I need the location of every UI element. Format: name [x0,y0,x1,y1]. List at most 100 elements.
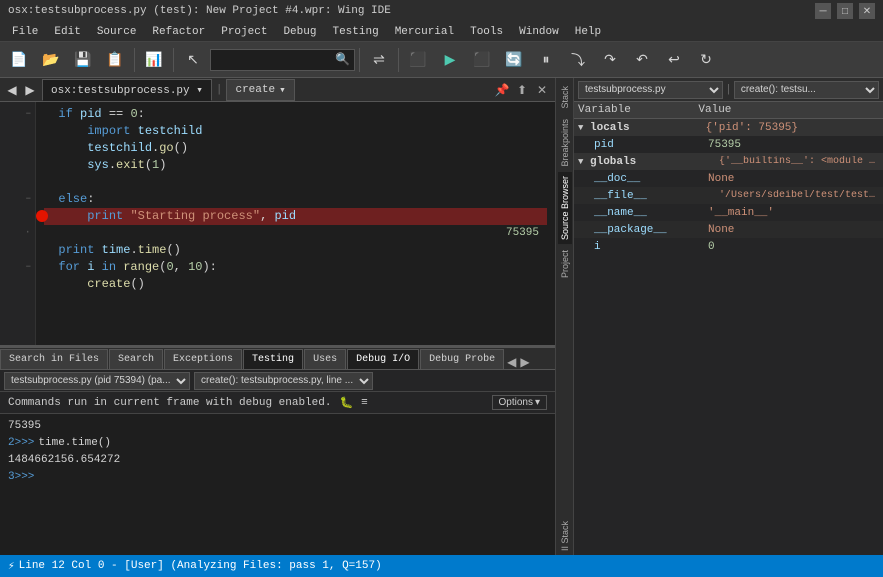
side-tab-source-browser[interactable]: Source Browser [558,172,572,244]
var-doc-value: None [708,173,879,185]
side-tab-ii-stack[interactable]: II Stack [558,517,572,555]
menu-file[interactable]: File [4,22,46,41]
tab-nav: ◀ ▶ [0,80,42,100]
options-button[interactable]: Options ▾ [492,395,548,410]
variables-header: Variable Value [574,102,883,119]
tab-prev-button[interactable]: ◀ [4,80,20,100]
var-file-row[interactable]: __file__ '/Users/sdeibel/test/testsubpro… [574,187,883,204]
bug-icon: 🐛 [339,396,353,410]
save-button[interactable]: 💾 [68,46,98,74]
restart-button[interactable]: 🔄 [499,46,529,74]
code-line: testchild.go() [44,140,547,157]
code-line: create() [44,276,547,293]
tab-debug-probe[interactable]: Debug Probe [420,349,504,369]
select-tool-button[interactable]: ↖ [178,46,208,74]
code-line: else: [44,191,547,208]
menu-help[interactable]: Help [567,22,609,41]
side-tab-project[interactable]: Project [558,246,572,282]
minimize-button[interactable]: ─ [815,3,831,19]
menu-source[interactable]: Source [89,22,145,41]
toolbar-separator-1 [134,48,135,72]
menu-tools[interactable]: Tools [462,22,511,41]
io-line: 75395 [8,418,547,435]
step-out-button[interactable]: ↶ [627,46,657,74]
editor-tabs: ◀ ▶ osx:testsubprocess.py ▾ | create ▾ 📌… [0,78,555,102]
window-controls: ─ □ ✕ [815,3,875,19]
code-line: import testchild [44,123,547,140]
step-over-button[interactable]: ↷ [595,46,625,74]
debug-stats-button[interactable]: 📊 [139,46,169,74]
open-button[interactable]: 📂 [36,46,66,74]
menu-debug[interactable]: Debug [275,22,324,41]
var-name-row[interactable]: __name__ '__main__' [574,204,883,221]
expand-icon: ▼ [578,123,590,133]
tab-exceptions[interactable]: Exceptions [164,349,242,369]
right-func-select[interactable]: create(): testsu... [734,81,879,99]
menu-refactor[interactable]: Refactor [144,22,213,41]
io-line: 1484662156.654272 [8,452,547,469]
debug-io-content[interactable]: 75395 2>>> time.time() 1484662156.654272… [0,414,555,555]
tab-icon-group: 📌 ⬆ ✕ [493,81,555,99]
func-tab-label: create [235,84,275,96]
save-as-button[interactable]: 📋 [100,46,130,74]
var-file-value: '/Users/sdeibel/test/testsubpro... [719,190,879,201]
var-name-value: '__main__' [708,207,879,219]
process-select[interactable]: testsubprocess.py (pid 75394) (pa... [4,372,190,390]
main-layout: ◀ ▶ osx:testsubprocess.py ▾ | create ▾ 📌… [0,78,883,555]
right-file-select[interactable]: testsubprocess.py [578,81,723,99]
func-tab[interactable]: create ▾ [226,79,294,101]
file-tab[interactable]: osx:testsubprocess.py ▾ [42,79,212,101]
tab-search[interactable]: Search [109,349,163,369]
globals-section[interactable]: ▼ globals {'__builtins__': <module '__bu… [574,153,883,170]
step-button3[interactable]: ↻ [691,46,721,74]
bottom-tabs: Search in Files Search Exceptions Testin… [0,348,555,370]
menu-edit[interactable]: Edit [46,22,88,41]
tab-debug-io[interactable]: Debug I/O [347,349,419,369]
close-button[interactable]: ✕ [859,3,875,19]
code-line [44,174,547,191]
menu-mercurial[interactable]: Mercurial [387,22,462,41]
tab-search-in-files[interactable]: Search in Files [0,349,108,369]
window-title: osx:testsubprocess.py (test): New Projec… [8,5,815,17]
menu-bar: File Edit Source Refactor Project Debug … [0,22,883,42]
pause-button[interactable]: ⏸ [531,46,561,74]
search-box: 🔍 [210,49,355,71]
replace-button[interactable]: ⇌ [364,46,394,74]
tab-testing[interactable]: Testing [243,349,303,369]
pin-icon[interactable]: 📌 [493,81,511,99]
menu-project[interactable]: Project [213,22,275,41]
split-up-icon[interactable]: ⬆ [513,81,531,99]
tab-next-button[interactable]: ▶ [22,80,38,100]
var-i-row[interactable]: i 0 [574,238,883,255]
close-editor-button[interactable]: ✕ [533,81,551,99]
bottom-tab-right[interactable]: ▶ [518,355,531,369]
location-select[interactable]: create(): testsubprocess.py, line ... [194,372,373,390]
terminate-button[interactable]: ⬛ [467,46,497,74]
maximize-button[interactable]: □ [837,3,853,19]
var-doc-row[interactable]: __doc__ None [574,170,883,187]
code-line-highlighted: print "Starting process", pid [44,208,547,225]
menu-testing[interactable]: Testing [324,22,386,41]
menu-window[interactable]: Window [511,22,567,41]
debug-io-header: Commands run in current frame with debug… [0,392,555,414]
bottom-panel: Search in Files Search Exceptions Testin… [0,345,555,555]
code-editor[interactable]: − − · − i [0,102,555,345]
search-input[interactable] [215,54,335,66]
func-tab-arrow: ▾ [279,83,286,97]
var-package-row[interactable]: __package__ None [574,221,883,238]
locals-section[interactable]: ▼ locals {'pid': 75395} [574,119,883,136]
run-button[interactable]: ▶ [435,46,465,74]
status-text: Line 12 Col 0 - [User] (Analyzing Files:… [19,560,382,572]
stop-button[interactable]: ⬛ [403,46,433,74]
list-icon: ≡ [361,397,368,409]
new-file-button[interactable]: 📄 [4,46,34,74]
var-pid-row[interactable]: pid 75395 [574,136,883,153]
step-button2[interactable]: ↩ [659,46,689,74]
var-col-name: Variable [578,104,698,116]
step-into-button[interactable]: ⤵ [563,46,593,74]
debug-header-text: Commands run in current frame with debug… [8,397,331,409]
tab-uses[interactable]: Uses [304,349,346,369]
bottom-tab-left[interactable]: ◀ [505,355,518,369]
side-tab-breakpoints[interactable]: Breakpoints [558,115,572,171]
side-tab-stack[interactable]: Stack [558,82,572,113]
